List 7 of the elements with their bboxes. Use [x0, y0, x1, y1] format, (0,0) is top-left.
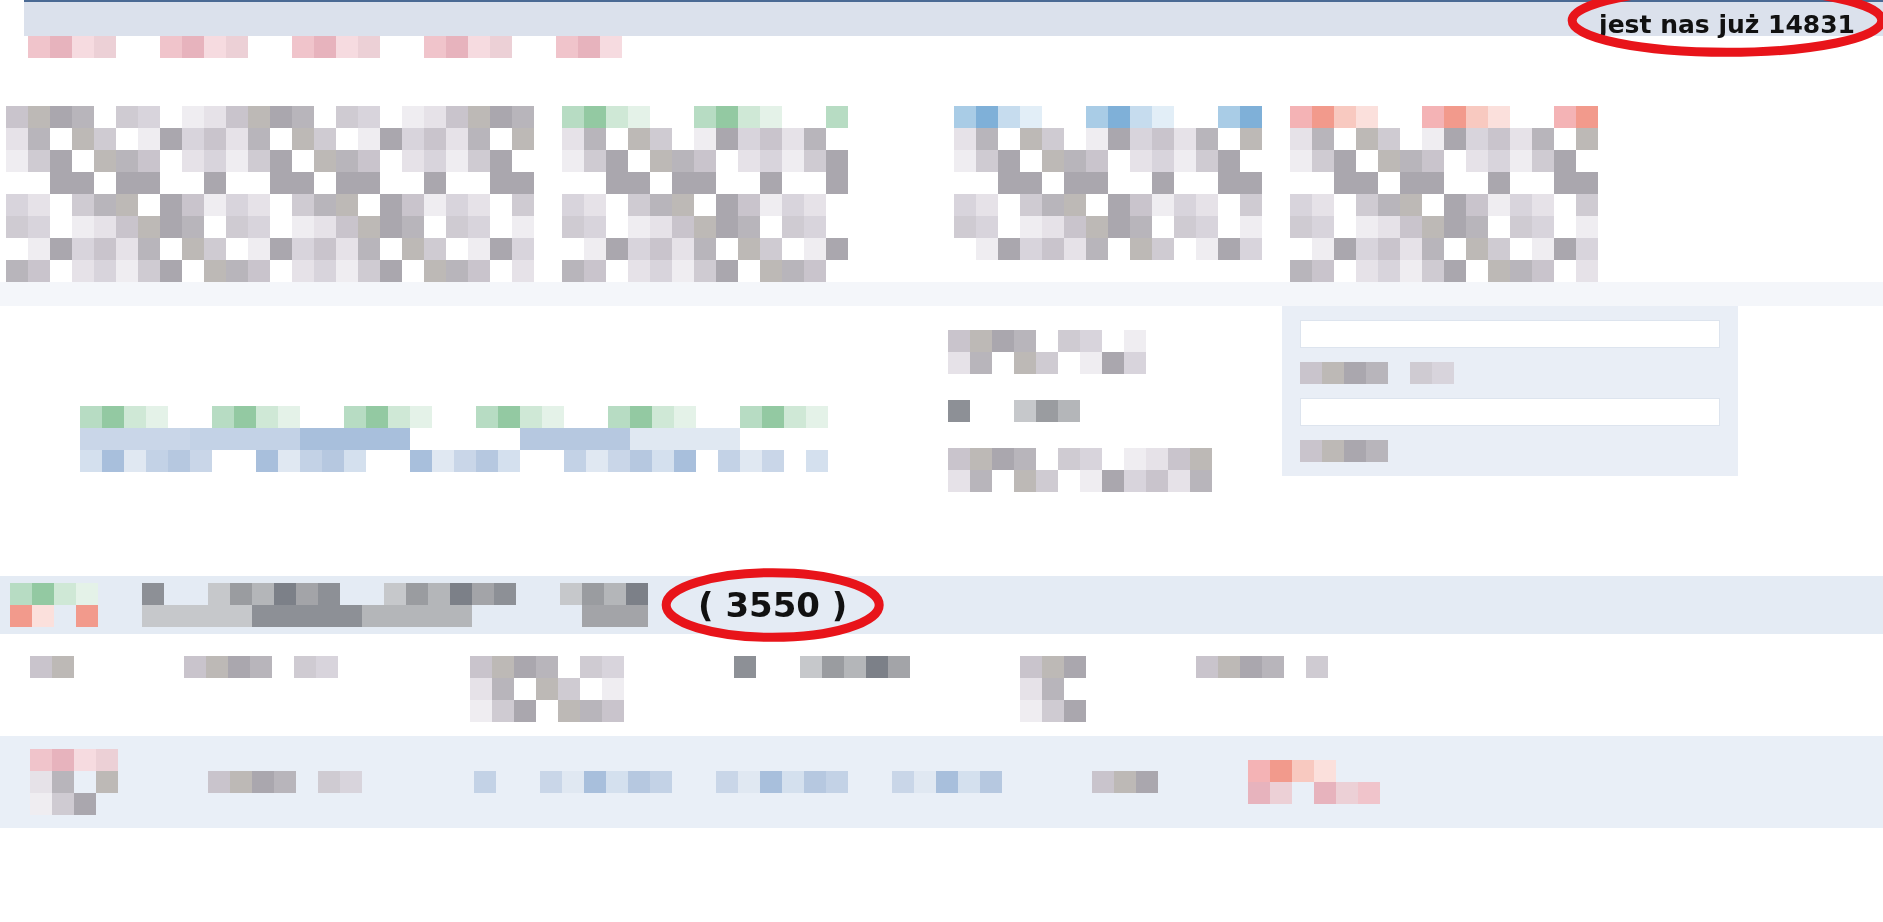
pixelated-text	[30, 656, 74, 678]
input-field[interactable]	[1300, 320, 1720, 348]
pixelated-text	[1020, 656, 1086, 722]
input-field[interactable]	[1300, 398, 1720, 426]
result-count: ( 3550 )	[692, 585, 854, 625]
pixelated-text	[1092, 771, 1158, 793]
member-count: jest nas już 14831	[1599, 1, 1855, 39]
